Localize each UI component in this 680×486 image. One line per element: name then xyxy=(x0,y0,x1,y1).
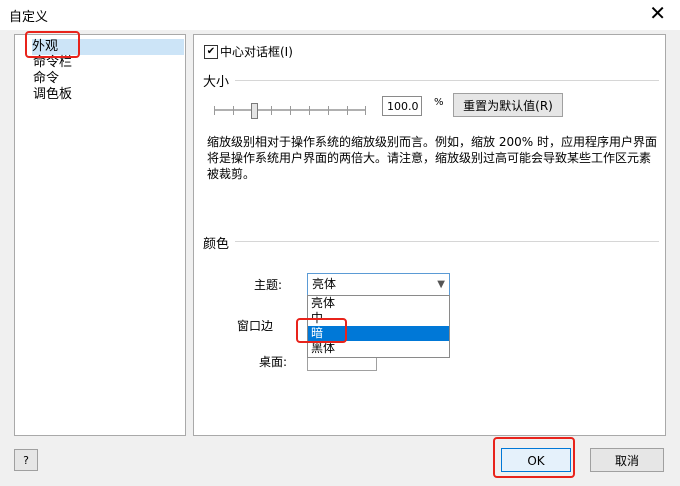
theme-option-black[interactable]: 黑体 xyxy=(308,341,449,356)
center-dialog-label: 中心对话框(I) xyxy=(220,45,293,59)
zoom-description: 缩放级别相对于操作系统的缩放级别而言。例如，缩放 200% 时，应用程序用户界面… xyxy=(207,135,657,181)
center-dialog-checkbox[interactable]: ✔ xyxy=(204,45,218,59)
theme-option-light[interactable]: 亮体 xyxy=(308,296,449,311)
category-tree: 外观 命令栏 命令 调色板 xyxy=(14,34,186,436)
chevron-down-icon[interactable]: ▼ xyxy=(437,274,445,295)
zoom-unit: % xyxy=(434,97,444,108)
cancel-button[interactable]: 取消 xyxy=(590,448,664,472)
appearance-panel: ✔ 中心对话框(I) 大小 100.0 % 重置为默认值(R) 缩放级别相对于操… xyxy=(193,34,666,436)
highlight-ok-button xyxy=(493,437,575,478)
window-border-label: 窗口边 xyxy=(237,319,274,333)
theme-label: 主题: xyxy=(254,278,283,292)
color-section-title: 颜色 xyxy=(203,233,236,252)
zoom-input[interactable]: 100.0 xyxy=(382,96,422,116)
highlight-dark-option xyxy=(296,318,347,343)
highlight-appearance xyxy=(25,31,80,58)
title-bar: 自定义 ✕ xyxy=(0,0,680,30)
size-section-title: 大小 xyxy=(203,71,236,90)
tree-item-commands[interactable]: 命令 xyxy=(33,71,59,87)
color-divider xyxy=(204,241,659,242)
zoom-slider[interactable] xyxy=(214,103,366,119)
slider-thumb[interactable] xyxy=(251,103,258,119)
theme-select[interactable]: 亮体 ▼ xyxy=(307,273,450,296)
help-button[interactable]: ? xyxy=(14,449,38,471)
theme-selected-value: 亮体 xyxy=(312,277,337,291)
tree-item-palettes[interactable]: 调色板 xyxy=(33,87,72,103)
window-title: 自定义 xyxy=(9,10,49,25)
desktop-label: 桌面: xyxy=(259,355,288,369)
size-divider xyxy=(204,80,659,81)
reset-default-button[interactable]: 重置为默认值(R) xyxy=(453,93,563,117)
close-icon[interactable]: ✕ xyxy=(649,2,666,24)
